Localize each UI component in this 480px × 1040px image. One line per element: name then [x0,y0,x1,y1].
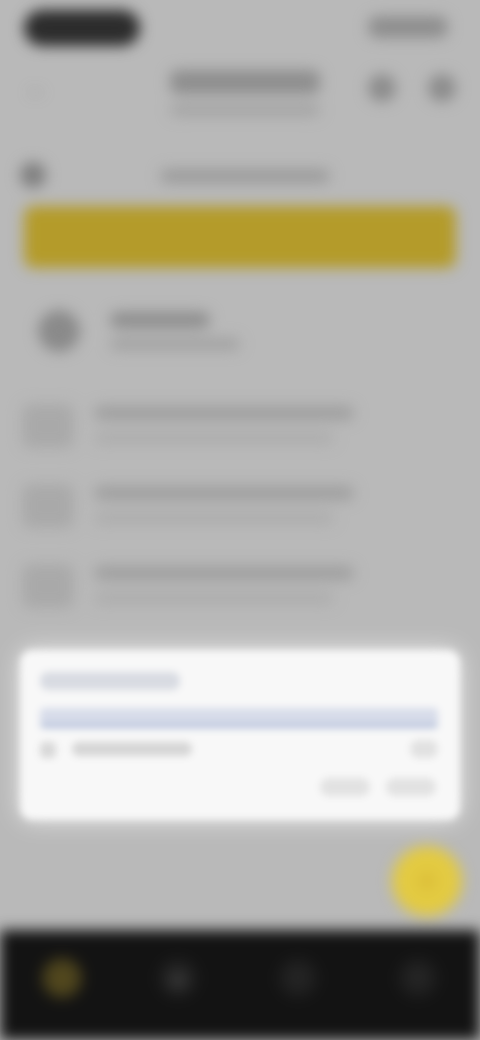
status-pill [24,10,140,46]
list-thumb [22,484,74,528]
section-text [110,312,260,352]
list-title [94,486,354,500]
back-icon[interactable]: ← [22,74,52,104]
app-screen: ← + ⌂ ▦ ⌑ ≡ [0,0,480,1040]
toolbar-icon[interactable] [20,162,46,188]
status-right [368,16,448,38]
section-avatar [38,310,80,352]
section-subtitle [110,338,240,350]
list-subtitle [94,432,334,444]
dialog-button-2[interactable] [386,778,436,796]
floating-action-button[interactable]: + [392,846,462,916]
toolbar [20,162,460,192]
bottom-nav-item-4[interactable]: ≡ [398,958,438,998]
list-item-1[interactable] [22,398,462,454]
list-subtitle [94,512,334,524]
toolbar-label [160,169,330,183]
bookmark-icon: ⌑ [292,967,304,990]
bottom-nav-item-2[interactable]: ▦ [158,958,198,998]
dialog-input[interactable] [40,708,438,728]
title-block [170,70,320,122]
list-item-2[interactable] [22,478,462,534]
content-list [22,398,462,638]
bottom-nav-item-1[interactable]: ⌂ [42,958,82,998]
list-item-3[interactable] [22,558,462,614]
blurred-background: ← + ⌂ ▦ ⌑ ≡ [0,0,480,1040]
list-text [94,486,354,526]
bottom-navigation: ⌂ ▦ ⌑ ≡ [0,930,480,1040]
dialog-row-label [72,742,192,756]
top-action-icon-1[interactable] [368,74,396,102]
section-header[interactable] [38,304,438,362]
list-text [94,566,354,606]
top-action-icon-2[interactable] [428,74,456,102]
dialog-actions [320,778,438,798]
page-title [170,70,320,94]
dialog-button-1[interactable] [320,778,370,796]
list-thumb [22,404,74,448]
dialog-checkbox[interactable] [40,742,56,758]
dialog-title [40,672,180,690]
plus-icon: + [417,862,437,899]
page-subtitle [170,104,320,116]
dialog-row-toggle[interactable] [410,740,438,758]
grid-icon: ▦ [168,967,188,990]
list-text [94,406,354,446]
list-thumb [22,564,74,608]
bottom-nav-item-3[interactable]: ⌑ [278,958,318,998]
home-icon: ⌂ [55,966,69,989]
highlight-banner[interactable] [24,206,456,268]
menu-icon: ≡ [412,966,424,989]
list-title [94,566,354,580]
list-subtitle [94,592,334,604]
dialog-row[interactable] [40,738,438,762]
section-title [110,312,210,328]
list-title [94,406,354,420]
dialog [20,650,460,820]
status-bar [0,0,480,60]
